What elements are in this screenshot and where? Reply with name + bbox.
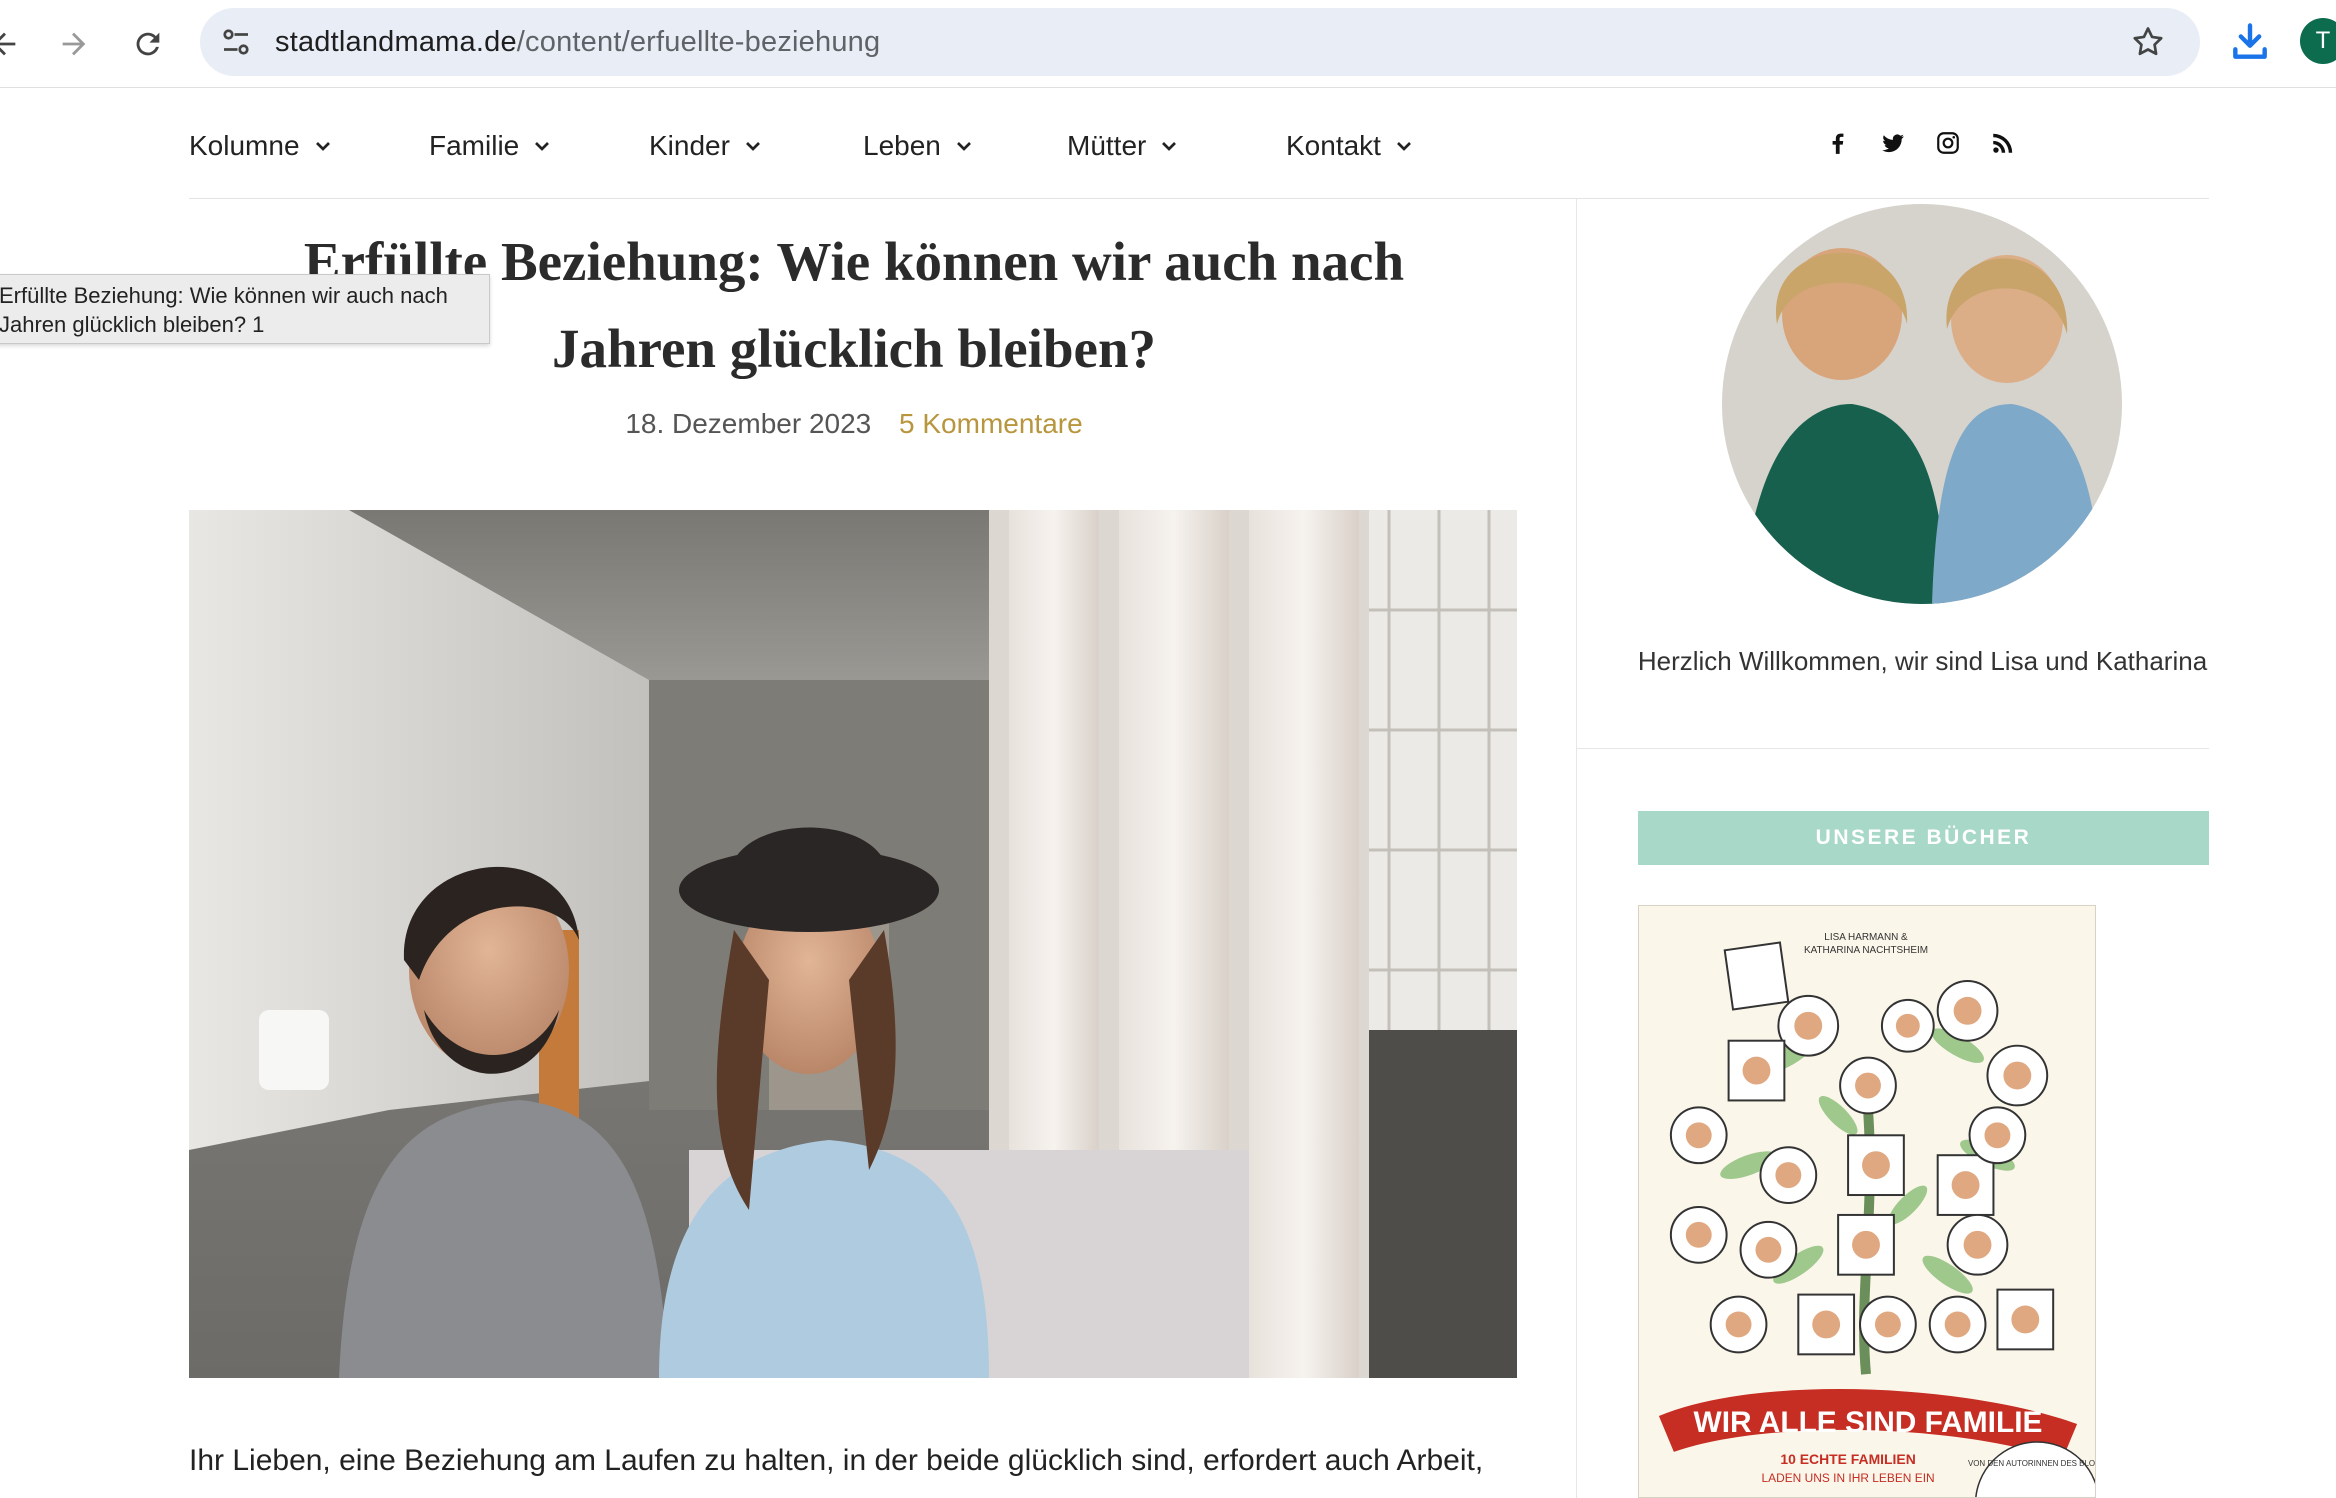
- book-title: WIR ALLE SIND FAMILIE: [1694, 1406, 2043, 1439]
- books-heading: UNSERE BÜCHER: [1638, 811, 2209, 865]
- nav-item-muetter[interactable]: Mütter: [1067, 130, 1178, 162]
- book-stamp-text: VON DEN AUTORINNEN DES BLOGS: [1968, 1459, 2095, 1468]
- nav-item-kolumne[interactable]: Kolumne: [189, 130, 332, 162]
- twitter-icon: [1882, 134, 1904, 153]
- comments-link[interactable]: 5 Kommentare: [899, 408, 1083, 439]
- tooltip-line-1: Erfüllte Beziehung: Wie können wir auch …: [0, 283, 448, 308]
- book-authors-line-2: KATHARINA NACHTSHEIM: [1804, 945, 1928, 956]
- nav-item-leben[interactable]: Leben: [863, 130, 973, 162]
- chevron-down-icon: [956, 142, 971, 151]
- site-navigation: Kolumne Familie Kinder Leben Mütter Kont…: [189, 90, 2209, 199]
- nav-label: Familie: [429, 130, 520, 161]
- chevron-down-icon: [535, 142, 550, 151]
- back-button[interactable]: [0, 18, 30, 70]
- instagram-icon: [1937, 132, 1959, 154]
- article-meta: 18. Dezember 2023 5 Kommentare: [189, 408, 1519, 440]
- book-subtitle-line-2: LADEN UNS IN IHR LEBEN EIN: [1762, 1471, 1935, 1485]
- back-arrow-icon: [0, 32, 16, 56]
- url-text: stadtlandmama.de/content/erfuellte-bezie…: [275, 26, 881, 58]
- nav-item-kontakt[interactable]: Kontakt: [1286, 130, 1413, 162]
- forward-arrow-icon: [62, 32, 86, 56]
- forward-button[interactable]: [48, 18, 100, 70]
- welcome-text: Herzlich Willkommen, wir sind Lisa und K…: [1637, 646, 2208, 676]
- nav-label: Leben: [863, 130, 941, 161]
- chevron-down-icon: [1396, 142, 1411, 151]
- browser-toolbar: stadtlandmama.de/content/erfuellte-bezie…: [0, 0, 2336, 88]
- bookmark-star-icon[interactable]: [2130, 24, 2166, 60]
- rss-link[interactable]: [1986, 126, 2020, 160]
- article-body-text: Ihr Lieben, eine Beziehung am Laufen zu …: [189, 1444, 1484, 1477]
- nav-label: Mütter: [1067, 130, 1147, 161]
- title-line-2: Jahren glücklich bleiben?: [551, 318, 1157, 379]
- chevron-down-icon: [1162, 142, 1177, 151]
- nav-label: Kontakt: [1286, 130, 1381, 161]
- nav-item-kinder[interactable]: Kinder: [649, 130, 762, 162]
- sidebar-separator: [1577, 748, 2209, 749]
- reload-icon: [136, 32, 160, 56]
- facebook-link[interactable]: [1821, 126, 1855, 160]
- nav-label: Kinder: [649, 130, 730, 161]
- book-authors-line-1: LISA HARMANN &: [1824, 932, 1908, 943]
- rss-icon: [1993, 133, 2013, 153]
- nav-label: Kolumne: [189, 130, 300, 161]
- facebook-icon: [1832, 133, 1844, 154]
- article-hero-image: [189, 510, 1517, 1378]
- instagram-link[interactable]: [1931, 126, 1965, 160]
- book-subtitle-line-1: 10 ECHTE FAMILIEN: [1780, 1451, 1915, 1467]
- twitter-link[interactable]: [1876, 126, 1910, 160]
- article-date: 18. Dezember 2023: [625, 408, 872, 439]
- reload-button[interactable]: [122, 18, 174, 70]
- chevron-down-icon: [315, 142, 330, 151]
- profile-avatar[interactable]: T: [2300, 18, 2336, 64]
- address-bar[interactable]: stadtlandmama.de/content/erfuellte-bezie…: [200, 8, 2200, 76]
- book-cover-link[interactable]: LISA HARMANN & KATHARINA NACHTSHEIM WIR …: [1638, 905, 2096, 1498]
- sidebar-divider: [1576, 199, 1577, 1498]
- nav-item-familie[interactable]: Familie: [429, 130, 551, 162]
- title-tooltip: Erfüllte Beziehung: Wie können wir auch …: [0, 274, 490, 344]
- site-settings-icon[interactable]: [218, 24, 254, 60]
- tooltip-line-2: Jahren glücklich bleiben? 1: [0, 312, 265, 337]
- authors-portrait: [1722, 204, 2122, 604]
- download-icon[interactable]: [2228, 20, 2272, 64]
- chevron-down-icon: [745, 142, 760, 151]
